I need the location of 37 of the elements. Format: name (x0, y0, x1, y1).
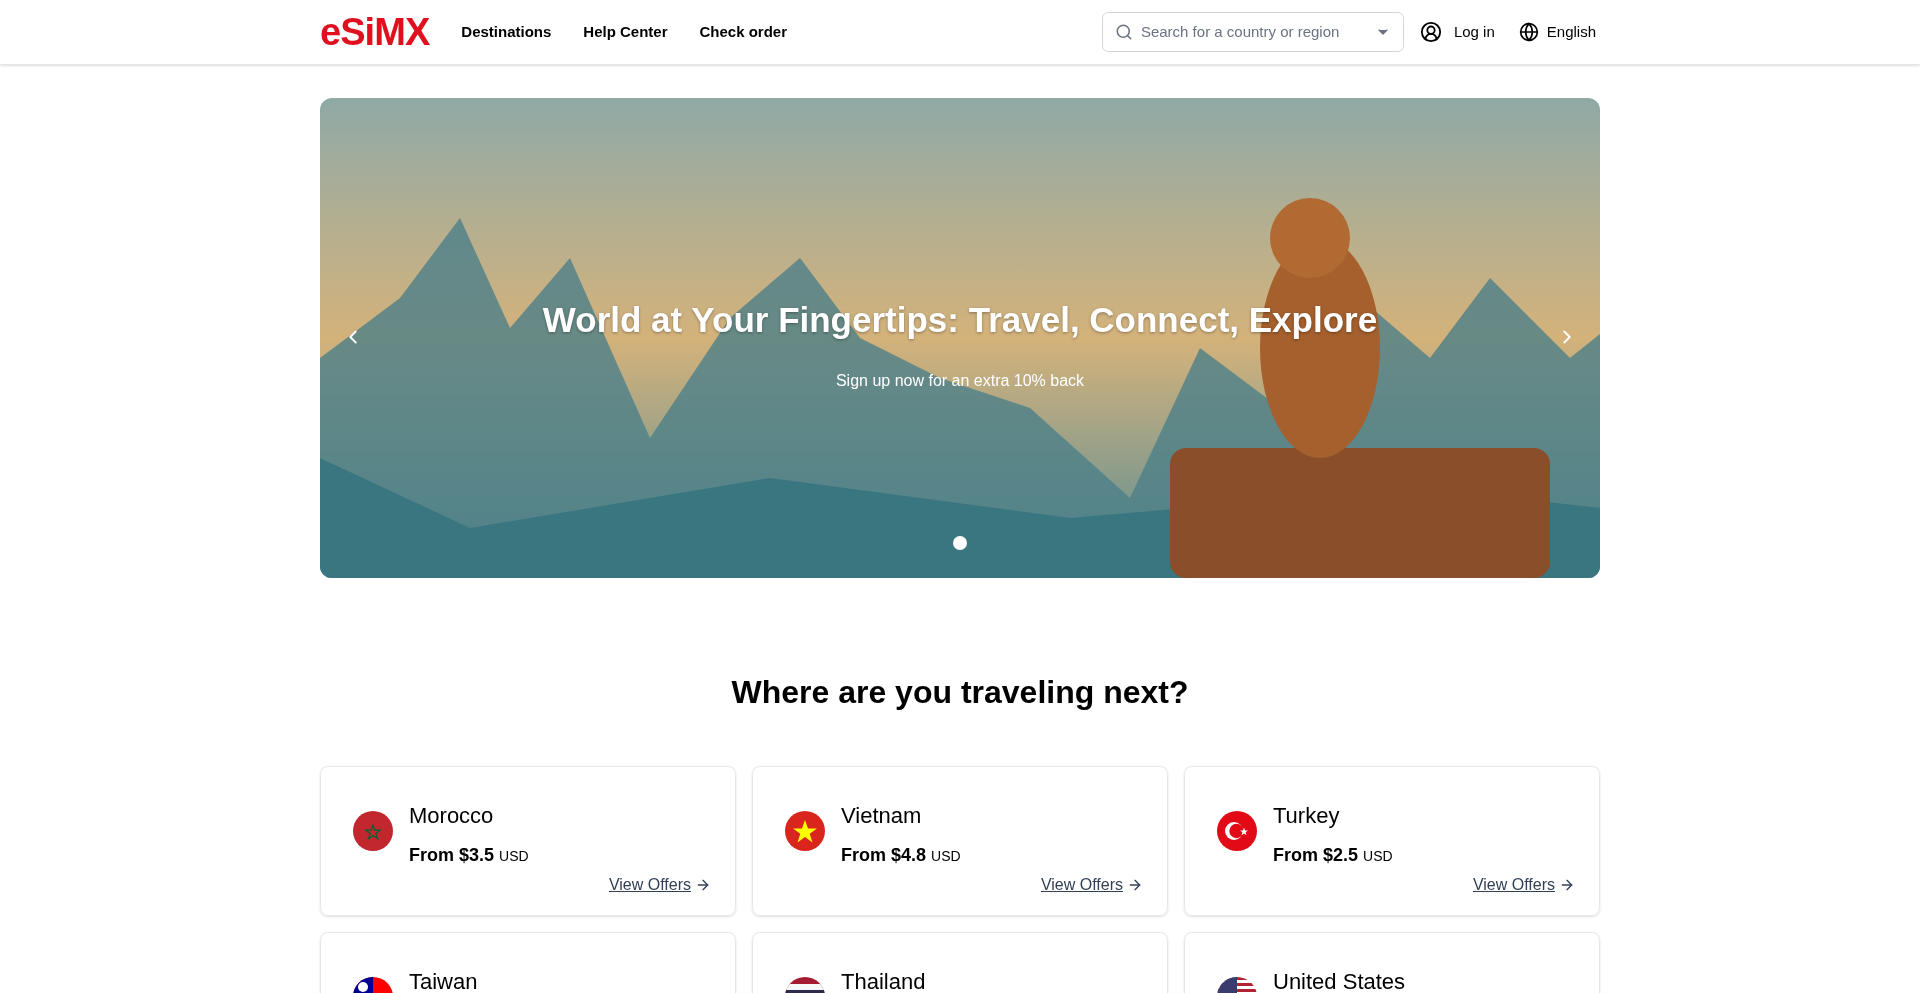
hero-subtitle: Sign up now for an extra 10% back (835, 370, 1085, 391)
view-offers-link[interactable]: View Offers (1040, 873, 1143, 897)
country-name: Taiwan (409, 968, 478, 993)
logo[interactable]: eSiMX (320, 3, 430, 61)
country-name: Turkey (1273, 802, 1341, 830)
nav-link[interactable]: Destinations (461, 20, 552, 44)
destination-card[interactable]: Vietnam From $4.8 USD View Offers (752, 766, 1168, 916)
destination-card[interactable]: Morocco From $3.5 USD View Offers (320, 766, 736, 916)
search-bar[interactable]: Search for a country or region (1101, 12, 1404, 52)
search-input[interactable]: Search for a country or region (1140, 20, 1367, 44)
country-name: United States (1273, 968, 1406, 993)
arrow-icon (1559, 877, 1575, 893)
view-offers-link[interactable]: View Offers (608, 873, 711, 897)
destination-card[interactable]: United States (1184, 932, 1600, 993)
flag-icon (1217, 811, 1257, 851)
nav-link[interactable]: Help Center (583, 20, 668, 44)
price-text: From $3.5 USD (409, 844, 529, 867)
destination-card[interactable]: Taiwan (320, 932, 736, 993)
search-icon (1114, 23, 1133, 41)
login-button[interactable]: Log in (1419, 20, 1495, 44)
country-name: Morocco (409, 802, 495, 830)
view-offers-link[interactable]: View Offers (1472, 873, 1575, 897)
arrow-icon (695, 877, 711, 893)
price-text: From $2.5 USD (1273, 844, 1393, 867)
flag-icon (785, 811, 825, 851)
destination-card[interactable]: Thailand (752, 932, 1168, 993)
country-name: Thailand (841, 968, 926, 993)
destination-card[interactable]: Turkey From $2.5 USD View Offers (1184, 766, 1600, 916)
language-button[interactable]: English (1518, 20, 1596, 44)
user-icon (1419, 21, 1442, 43)
price-text: From $4.8 USD (841, 844, 961, 867)
nav-link[interactable]: Check order (699, 20, 788, 44)
flag-icon (353, 811, 393, 851)
section-title: Where are you traveling next? (730, 673, 1190, 712)
country-name: Vietnam (841, 802, 923, 830)
globe-icon (1518, 22, 1539, 42)
arrow-icon (1127, 877, 1143, 893)
